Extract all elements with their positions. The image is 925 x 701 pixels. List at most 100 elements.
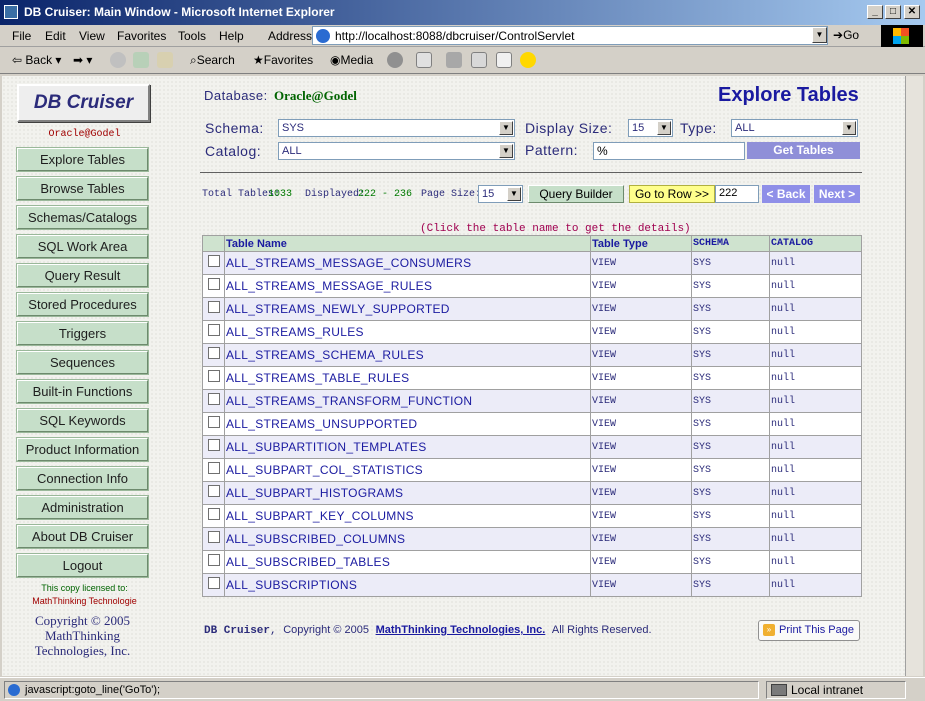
menu-view[interactable]: View xyxy=(79,29,105,43)
row-number-input[interactable]: 222 xyxy=(715,185,759,203)
menu-file[interactable]: File xyxy=(12,29,31,43)
search-button[interactable]: ⌕Search xyxy=(190,53,235,68)
row-checkbox[interactable] xyxy=(207,577,220,589)
query-builder-button[interactable]: Query Builder xyxy=(528,185,624,203)
sidebar-item-triggers[interactable]: Triggers xyxy=(16,321,149,346)
row-checkbox[interactable] xyxy=(207,324,220,336)
print-page-button[interactable]: » Print This Page xyxy=(758,620,860,641)
history-icon[interactable] xyxy=(387,52,403,68)
table-name-link[interactable]: ALL_STREAMS_TABLE_RULES xyxy=(224,366,591,390)
sidebar-item-about-db-cruiser[interactable]: About DB Cruiser xyxy=(16,524,149,549)
schema-cell: SYS xyxy=(691,343,770,367)
sidebar-item-sql-work-area[interactable]: SQL Work Area xyxy=(16,234,149,259)
go-to-row-button[interactable]: Go to Row >> xyxy=(629,185,715,203)
stop-icon[interactable] xyxy=(110,52,126,68)
sidebar-item-query-result[interactable]: Query Result xyxy=(16,263,149,288)
back-page-button[interactable]: < Back xyxy=(762,185,810,203)
row-checkbox[interactable] xyxy=(207,554,220,566)
media-button[interactable]: ◉Media xyxy=(330,53,373,67)
address-dropdown-icon[interactable]: ▼ xyxy=(812,27,827,43)
schema-label: Schema: xyxy=(205,120,264,136)
table-name-link[interactable]: ALL_STREAMS_SCHEMA_RULES xyxy=(224,343,591,367)
vertical-scrollbar[interactable] xyxy=(905,76,923,676)
get-tables-button[interactable]: Get Tables xyxy=(747,142,860,159)
row-select-cell xyxy=(202,389,225,413)
table-name-link[interactable]: ALL_SUBPART_KEY_COLUMNS xyxy=(224,504,591,528)
row-checkbox[interactable] xyxy=(207,278,220,290)
sidebar-item-administration[interactable]: Administration xyxy=(16,495,149,520)
row-checkbox[interactable] xyxy=(207,485,220,497)
sidebar-item-product-information[interactable]: Product Information xyxy=(16,437,149,462)
discuss-icon[interactable] xyxy=(496,52,512,68)
refresh-icon[interactable] xyxy=(133,52,149,68)
table-name-link[interactable]: ALL_STREAMS_NEWLY_SUPPORTED xyxy=(224,297,591,321)
row-checkbox[interactable] xyxy=(207,301,220,313)
sidebar-item-connection-info[interactable]: Connection Info xyxy=(16,466,149,491)
go-button[interactable]: ➔Go xyxy=(833,28,859,42)
table-name-link[interactable]: ALL_STREAMS_RULES xyxy=(224,320,591,344)
forward-button[interactable]: ➡ ▾ xyxy=(73,53,92,67)
row-checkbox[interactable] xyxy=(207,531,220,543)
row-checkbox[interactable] xyxy=(207,416,220,428)
row-checkbox[interactable] xyxy=(207,393,220,405)
address-input[interactable]: http://localhost:8088/dbcruiser/ControlS… xyxy=(312,26,828,45)
schema-select[interactable]: SYS ▼ xyxy=(278,119,515,137)
home-icon[interactable] xyxy=(157,52,173,68)
edit-icon[interactable] xyxy=(471,52,487,68)
table-name-link[interactable]: ALL_SUBSCRIPTIONS xyxy=(224,573,591,597)
table-name-link[interactable]: ALL_SUBPART_HISTOGRAMS xyxy=(224,481,591,505)
table-name-link[interactable]: ALL_SUBPART_COL_STATISTICS xyxy=(224,458,591,482)
table-type-cell: VIEW xyxy=(590,435,692,459)
sidebar-item-stored-procedures[interactable]: Stored Procedures xyxy=(16,292,149,317)
maximize-button[interactable]: □ xyxy=(885,5,901,19)
table-row: ALL_STREAMS_RULES VIEW SYS null xyxy=(202,320,862,344)
company-link[interactable]: MathThinking Technologies, Inc. xyxy=(376,624,546,636)
mail-icon[interactable] xyxy=(416,52,432,68)
table-row: ALL_STREAMS_UNSUPPORTED VIEW SYS null xyxy=(202,412,862,436)
page-icon xyxy=(316,29,330,43)
table-name-link[interactable]: ALL_SUBPARTITION_TEMPLATES xyxy=(224,435,591,459)
type-select[interactable]: ALL ▼ xyxy=(731,119,858,137)
column-header-table-type: Table Type xyxy=(590,235,692,252)
table-name-link[interactable]: ALL_STREAMS_MESSAGE_CONSUMERS xyxy=(224,251,591,275)
sidebar-item-explore-tables[interactable]: Explore Tables xyxy=(16,147,149,172)
row-checkbox[interactable] xyxy=(207,347,220,359)
total-tables-value: 1033 xyxy=(268,189,293,200)
table-name-link[interactable]: ALL_STREAMS_TRANSFORM_FUNCTION xyxy=(224,389,591,413)
favorites-button[interactable]: ★Favorites xyxy=(253,53,313,67)
schema-cell: SYS xyxy=(691,412,770,436)
window-title: DB Cruiser: Main Window - Microsoft Inte… xyxy=(24,5,335,19)
close-button[interactable]: ✕ xyxy=(904,5,920,19)
minimize-button[interactable]: _ xyxy=(867,5,883,19)
table-name-link[interactable]: ALL_STREAMS_UNSUPPORTED xyxy=(224,412,591,436)
pattern-input[interactable]: % xyxy=(593,142,745,160)
table-name-link[interactable]: ALL_SUBSCRIBED_TABLES xyxy=(224,550,591,574)
back-button[interactable]: ⇦ Back ▾ xyxy=(12,53,61,67)
menu-tools[interactable]: Tools xyxy=(178,29,206,43)
sidebar-item-sql-keywords[interactable]: SQL Keywords xyxy=(16,408,149,433)
menu-help[interactable]: Help xyxy=(219,29,244,43)
menu-favorites[interactable]: Favorites xyxy=(117,29,166,43)
row-checkbox[interactable] xyxy=(207,462,220,474)
table-name-link[interactable]: ALL_SUBSCRIBED_COLUMNS xyxy=(224,527,591,551)
row-checkbox[interactable] xyxy=(207,370,220,382)
footer-rights: All Rights Reserved. xyxy=(551,624,652,636)
row-checkbox[interactable] xyxy=(207,439,220,451)
table-row: ALL_STREAMS_SCHEMA_RULES VIEW SYS null xyxy=(202,343,862,367)
menu-edit[interactable]: Edit xyxy=(45,29,66,43)
sidebar-item-browse-tables[interactable]: Browse Tables xyxy=(16,176,149,201)
title-bar: DB Cruiser: Main Window - Microsoft Inte… xyxy=(0,0,925,25)
print-icon[interactable] xyxy=(446,52,462,68)
sidebar-item-sequences[interactable]: Sequences xyxy=(16,350,149,375)
sidebar-item-built-in-functions[interactable]: Built-in Functions xyxy=(16,379,149,404)
catalog-select[interactable]: ALL ▼ xyxy=(278,142,515,160)
sidebar-item-logout[interactable]: Logout xyxy=(16,553,149,578)
next-page-button[interactable]: Next > xyxy=(814,185,860,203)
display-size-select[interactable]: 15 ▼ xyxy=(628,119,673,137)
table-name-link[interactable]: ALL_STREAMS_MESSAGE_RULES xyxy=(224,274,591,298)
sidebar-item-schemas-catalogs[interactable]: Schemas/Catalogs xyxy=(16,205,149,230)
messenger-icon[interactable] xyxy=(520,52,536,68)
row-checkbox[interactable] xyxy=(207,508,220,520)
page-size-select[interactable]: 15 ▼ xyxy=(478,185,523,203)
row-checkbox[interactable] xyxy=(207,255,220,267)
